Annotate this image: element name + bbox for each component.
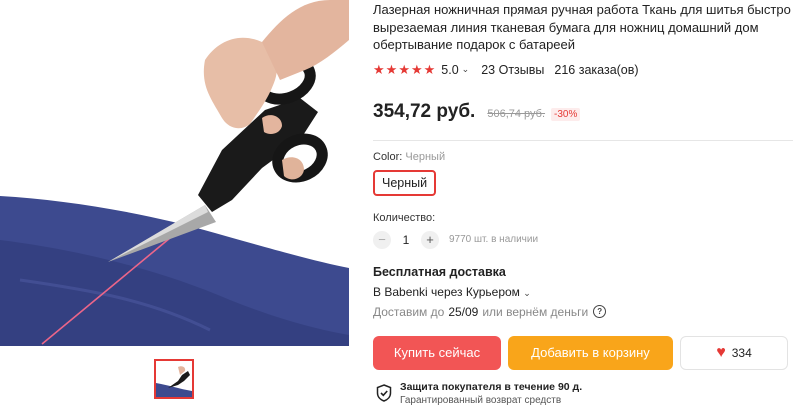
buyer-protection: Защита покупателя в течение 90 д. Гарант… (373, 381, 793, 406)
heart-icon: ♥ (716, 343, 726, 361)
old-price: 506,74 руб. (487, 107, 546, 120)
product-info: Лазерная ножничная прямая ручная работа … (373, 0, 793, 406)
wishlist-count: 334 (731, 345, 752, 360)
orders-count: 216 заказа(ов) (554, 62, 639, 77)
shipping-route-text[interactable]: В Babenki через Курьером (373, 285, 520, 299)
rating-value[interactable]: 5.0 (441, 63, 458, 77)
color-option-black[interactable]: Черный (373, 169, 437, 196)
discount-badge: -30% (551, 107, 581, 121)
chevron-down-icon[interactable]: ⌄ (523, 288, 531, 298)
add-to-cart-button[interactable]: Добавить в корзину (508, 335, 673, 370)
delivery-suffix: или вернём деньги (482, 304, 589, 319)
protection-subtitle: Гарантированный возврат средств (400, 394, 562, 406)
current-price: 354,72 руб. (373, 100, 476, 122)
quantity-label: Количество: (373, 211, 436, 224)
shipping-route[interactable]: В Babenki через Курьером ⌄ (373, 285, 793, 299)
buy-now-button[interactable]: Купить сейчас (373, 335, 501, 370)
delivery-date: 25/09 (448, 304, 479, 319)
shield-check-icon (376, 383, 392, 402)
product-title: Лазерная ножничная прямая ручная работа … (373, 2, 791, 52)
quantity-decrease-button[interactable]: − (373, 230, 391, 249)
gallery-thumbnail[interactable] (154, 359, 194, 399)
price-row: 354,72 руб. 506,74 руб. -30% (373, 101, 793, 123)
delivery-prefix: Доставим до (373, 304, 445, 319)
delivery-estimate: Доставим до 25/09 или вернём деньги ? (373, 305, 793, 319)
divider (373, 139, 793, 141)
quantity-input[interactable]: 1 (395, 233, 417, 247)
star-icon: ★ (423, 61, 436, 77)
chevron-down-icon[interactable]: ⌄ (462, 64, 470, 75)
question-circle-icon[interactable]: ? (593, 305, 607, 318)
quantity-increase-button[interactable]: + (421, 230, 439, 249)
color-label: Color: Черный (373, 151, 793, 163)
protection-title: Защита покупателя в течение 90 д. (400, 380, 583, 393)
star-icon: ★ (398, 61, 410, 77)
quantity-stepper: − 1 + 9770 шт. в наличии (373, 230, 793, 249)
product-gallery (0, 0, 364, 413)
rating-row: ★ ★ ★ ★ ★ 5.0 ⌄ 23 Отзывы 216 заказа(ов) (373, 62, 793, 78)
star-icon: ★ (385, 61, 398, 77)
star-icon: ★ (373, 61, 385, 77)
star-icon: ★ (410, 61, 423, 77)
rating-stars: ★ ★ ★ ★ ★ (373, 61, 436, 77)
reviews-link[interactable]: 23 Отзывы (481, 63, 544, 77)
stock-count: 9770 шт. в наличии (449, 234, 539, 245)
product-main-image[interactable] (0, 0, 349, 346)
action-buttons: Купить сейчас Добавить в корзину ♥ 334 (373, 335, 793, 370)
color-label-text: Color: (373, 150, 403, 163)
wishlist-button[interactable]: ♥ 334 (680, 335, 788, 370)
selected-color-name: Черный (405, 150, 446, 163)
shipping-title: Бесплатная доставка (373, 264, 506, 279)
